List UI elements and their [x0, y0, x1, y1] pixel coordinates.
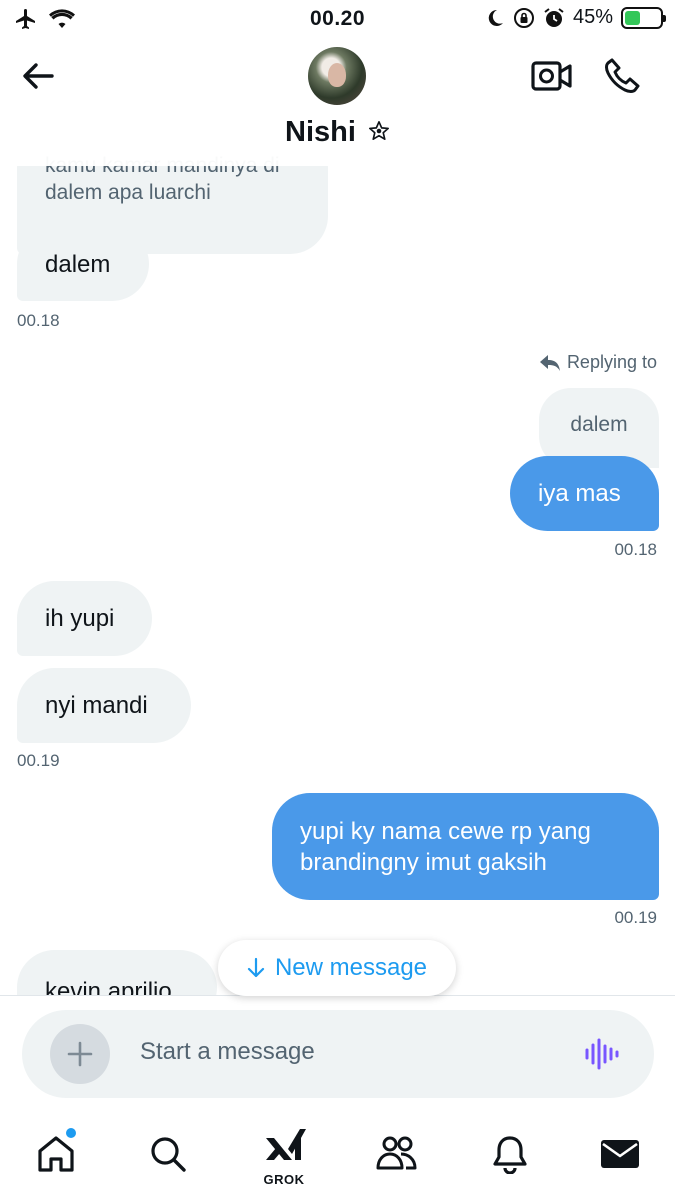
message-text: iya mas — [538, 480, 621, 507]
reply-icon — [539, 354, 560, 371]
tab-search[interactable] — [146, 1132, 190, 1176]
message-text: ih yupi — [45, 605, 115, 632]
message-composer: Start a message — [22, 1010, 654, 1098]
reply-label: Replying to — [566, 352, 657, 372]
conversation-header: Nishi — [0, 38, 675, 166]
back-button[interactable] — [18, 58, 58, 94]
voice-icon — [585, 1038, 619, 1070]
bell-icon — [493, 1136, 527, 1174]
phone-call-button[interactable] — [603, 56, 643, 96]
tab-home[interactable] — [34, 1132, 78, 1176]
timestamp: 00.19 — [614, 908, 657, 927]
arrow-down-icon — [247, 957, 265, 978]
battery-level — [625, 10, 641, 25]
outgoing-message[interactable]: iya mas — [510, 456, 659, 531]
message-input[interactable]: Start a message — [140, 1038, 315, 1066]
video-call-icon — [531, 61, 572, 91]
avatar[interactable] — [308, 47, 366, 105]
incoming-message[interactable]: nyi mandi — [17, 668, 191, 743]
back-arrow-icon — [23, 63, 54, 89]
battery-icon — [621, 6, 666, 29]
new-message-button[interactable]: New message — [218, 940, 456, 996]
mail-icon — [601, 1140, 639, 1168]
grok-icon — [266, 1129, 306, 1160]
search-icon — [151, 1137, 186, 1172]
timestamp: 00.19 — [17, 751, 60, 770]
plus-icon — [67, 1041, 93, 1067]
battery-percent: 45% — [572, 6, 613, 28]
home-icon — [38, 1136, 74, 1172]
tab-notifications[interactable] — [488, 1132, 532, 1176]
voice-message-button[interactable] — [584, 1036, 620, 1072]
grok-label: GROK — [263, 1172, 305, 1187]
timestamp: 00.18 — [17, 311, 60, 330]
message-text: yupi ky nama cewe rp yang brandingny imu… — [300, 817, 591, 876]
add-media-button[interactable] — [50, 1024, 110, 1084]
alarm-icon — [544, 7, 564, 27]
tab-grok[interactable] — [262, 1124, 306, 1168]
message-text: nyi mandi — [45, 692, 148, 719]
video-call-button[interactable] — [530, 58, 574, 94]
outgoing-message[interactable]: yupi ky nama cewe rp yang brandingny imu… — [272, 793, 659, 900]
bottom-tab-bar — [0, 1110, 675, 1200]
message-text: dalem — [45, 250, 111, 278]
incoming-message[interactable]: dalem — [17, 227, 149, 301]
phone-icon — [605, 58, 640, 93]
message-list[interactable]: kamu kamar mandinya di dalem apa luarchi… — [0, 150, 675, 996]
quoted-text: dalem — [570, 412, 628, 436]
new-message-label: New message — [274, 954, 428, 981]
incoming-message[interactable]: ih yupi — [17, 581, 152, 656]
contact-name-label: Nishi — [285, 116, 356, 148]
timestamp: 00.18 — [614, 540, 657, 559]
communities-icon — [376, 1136, 417, 1170]
orientation-lock-icon — [513, 7, 534, 28]
message-text: kevin aprilio — [45, 978, 172, 996]
contact-name[interactable]: Nishi — [0, 116, 675, 149]
status-bar: 00.20 45% — [0, 0, 675, 38]
tab-messages[interactable] — [598, 1132, 642, 1176]
reply-indicator: Replying to — [539, 352, 657, 373]
moon-icon — [488, 9, 503, 26]
tab-communities[interactable] — [375, 1132, 419, 1176]
home-unread-dot — [66, 1128, 76, 1138]
incoming-message[interactable]: kevin aprilio — [17, 950, 217, 996]
verified-star-icon — [368, 121, 389, 140]
